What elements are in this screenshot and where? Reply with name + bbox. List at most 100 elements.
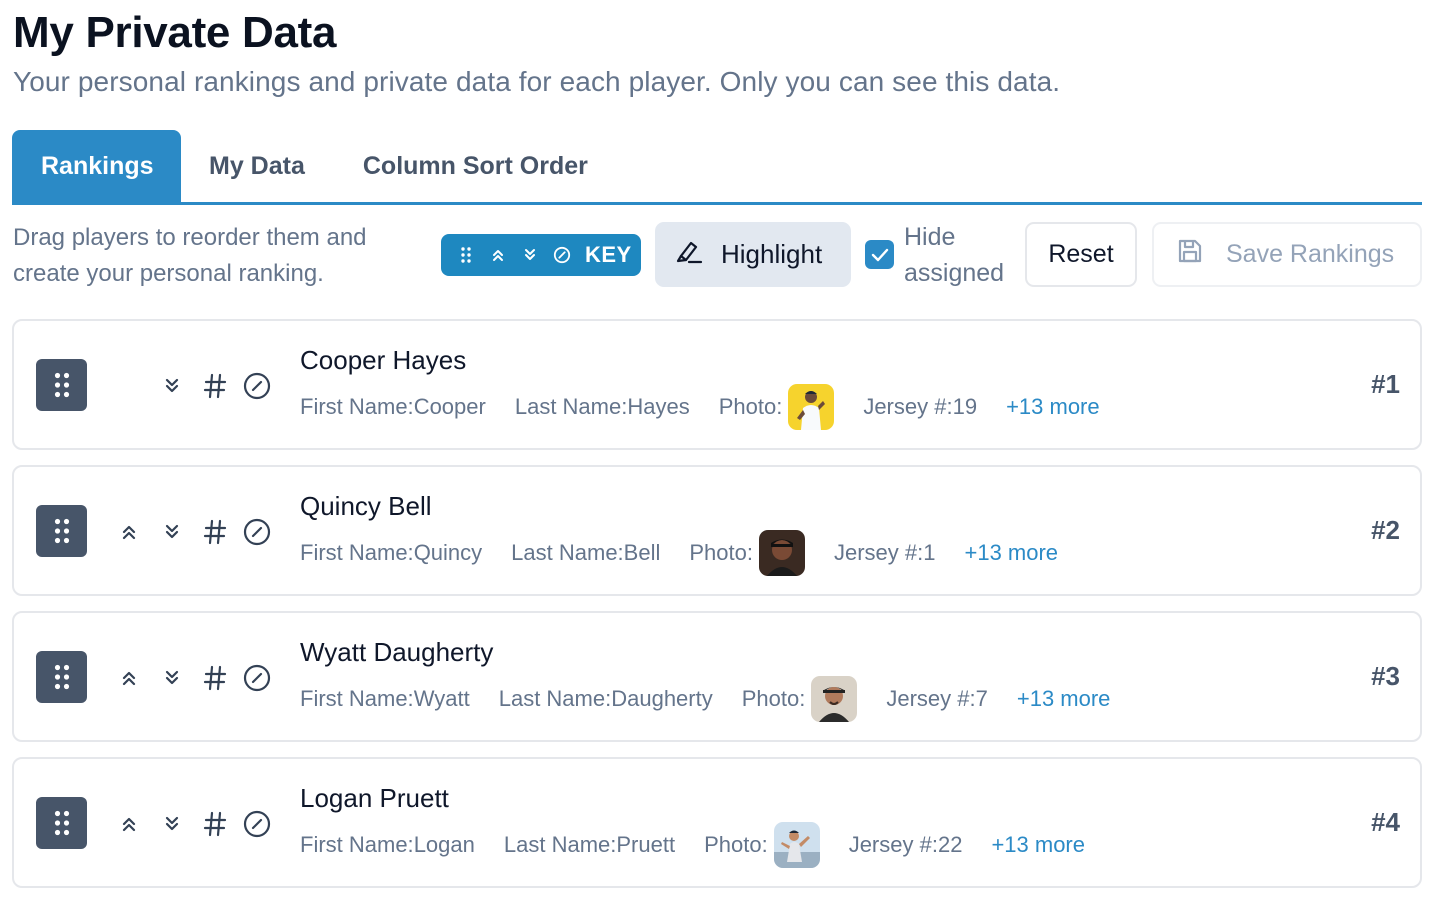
move-to-bottom-button[interactable] (158, 518, 186, 546)
floppy-disk-icon (1176, 237, 1204, 272)
move-to-bottom-button[interactable] (158, 810, 186, 838)
first-name-field: First Name:Cooper (300, 394, 486, 419)
rank-badge: #4 (1371, 807, 1400, 837)
set-rank-number-button[interactable] (201, 810, 229, 838)
tab-bar: Rankings My Data Column Sort Order (12, 130, 1422, 205)
player-meta: First Name:Quincy Last Name:Bell Photo: … (300, 529, 1058, 577)
player-name: Wyatt Daugherty (300, 637, 494, 667)
drag-dots-icon (54, 664, 69, 690)
drag-dots-icon (54, 518, 69, 544)
player-photo-image (811, 676, 858, 722)
more-fields-link[interactable]: +13 more (1006, 394, 1100, 420)
tab-column-sort-order[interactable]: Column Sort Order (334, 130, 617, 202)
last-name-field: Last Name:Hayes (514, 394, 690, 419)
move-to-top-button[interactable] (115, 810, 143, 838)
photo-label: Photo: (704, 832, 768, 857)
ban-icon (243, 664, 271, 692)
set-rank-number-button[interactable] (201, 518, 229, 546)
jersey-field: Jersey #:19 (863, 394, 978, 419)
save-rankings-label: Save Rankings (1226, 240, 1395, 268)
hash-icon (203, 665, 227, 691)
drag-handle[interactable] (36, 797, 87, 849)
set-rank-number-button[interactable] (201, 664, 229, 692)
player-photo-image (788, 384, 835, 430)
player-card[interactable]: Wyatt Daugherty First Name:Wyatt Last Na… (12, 611, 1422, 742)
player-photo[interactable] (758, 530, 805, 576)
player-card[interactable]: Logan Pruett First Name:Logan Last Name:… (12, 757, 1422, 888)
rank-badge: #2 (1371, 515, 1400, 545)
first-name-field: First Name:Wyatt (300, 686, 470, 711)
move-to-bottom-button[interactable] (158, 372, 186, 400)
hash-icon (203, 373, 227, 399)
chevron-double-down-icon (165, 816, 179, 831)
player-photo[interactable] (811, 676, 858, 722)
jersey-field: Jersey #:1 (833, 540, 936, 565)
reset-button[interactable]: Reset (1025, 222, 1137, 287)
chevron-double-up-icon (122, 525, 136, 540)
move-to-bottom-button[interactable] (158, 664, 186, 692)
exclude-player-button[interactable] (243, 518, 271, 546)
drag-handle[interactable] (36, 651, 87, 703)
chevron-double-down-icon (165, 670, 179, 685)
ban-icon (243, 372, 271, 400)
exclude-player-button[interactable] (243, 372, 271, 400)
ranking-instructions: Drag players to reorder them and create … (13, 224, 367, 287)
chevron-double-down-icon (521, 246, 539, 264)
hide-assigned-label: Hide assigned (904, 223, 1005, 287)
key-label: KEY (585, 242, 632, 267)
hide-assigned-checkbox[interactable] (865, 240, 894, 269)
drag-dots-icon (54, 372, 69, 398)
rank-badge: #3 (1371, 661, 1400, 691)
photo-label: Photo: (741, 686, 806, 711)
ban-icon (243, 518, 271, 546)
tab-my-data[interactable]: My Data (181, 130, 334, 202)
chevron-double-up-icon (122, 671, 136, 686)
jersey-field: Jersey #:22 (848, 832, 963, 857)
highlight-button[interactable]: Highlight (655, 222, 851, 287)
player-name: Cooper Hayes (300, 345, 467, 375)
drag-handle[interactable] (36, 359, 87, 411)
first-name-field: First Name:Logan (300, 832, 475, 857)
save-rankings-button[interactable]: Save Rankings (1152, 222, 1422, 287)
more-fields-link[interactable]: +13 more (991, 832, 1085, 858)
player-meta: First Name:Wyatt Last Name:Daugherty Pho… (300, 675, 1110, 723)
page-subtitle: Your personal rankings and private data … (13, 66, 1061, 97)
page-title: My Private Data (13, 8, 337, 57)
photo-label: Photo: (718, 394, 783, 419)
drag-dots-icon (54, 810, 69, 836)
player-name: Logan Pruett (300, 783, 449, 813)
more-fields-link[interactable]: +13 more (964, 540, 1058, 566)
last-name-field: Last Name:Bell (511, 540, 661, 565)
more-fields-link[interactable]: +13 more (1017, 686, 1111, 712)
checkmark-icon (871, 248, 888, 261)
move-to-top-button[interactable] (115, 664, 143, 692)
move-to-top-button[interactable] (115, 518, 143, 546)
jersey-field: Jersey #:7 (886, 686, 988, 711)
key-button[interactable]: KEY (441, 234, 641, 276)
drag-dots-icon (457, 246, 475, 264)
drag-handle[interactable] (36, 505, 87, 557)
ban-icon (553, 246, 571, 264)
player-meta: First Name:Cooper Last Name:Hayes Photo:… (300, 383, 1100, 431)
player-meta: First Name:Logan Last Name:Pruett Photo:… (300, 821, 1085, 869)
exclude-player-button[interactable] (243, 810, 271, 838)
last-name-field: Last Name:Pruett (503, 832, 676, 857)
player-photo[interactable] (773, 822, 820, 868)
chevron-double-up-icon (122, 817, 136, 832)
player-photo-image (773, 822, 820, 868)
rank-badge: #1 (1371, 369, 1400, 399)
player-card[interactable]: Quincy Bell First Name:Quincy Last Name:… (12, 465, 1422, 596)
tab-rankings[interactable]: Rankings (12, 130, 181, 202)
chevron-double-down-icon (165, 378, 179, 393)
set-rank-number-button[interactable] (201, 372, 229, 400)
player-name: Quincy Bell (300, 491, 432, 521)
player-photo-image (758, 530, 805, 576)
last-name-field: Last Name:Daugherty (498, 686, 713, 711)
player-card[interactable]: Cooper Hayes First Name:Cooper Last Name… (12, 319, 1422, 450)
chevron-double-up-icon (489, 246, 507, 264)
hash-icon (203, 519, 227, 545)
player-photo[interactable] (788, 384, 835, 430)
hash-icon (203, 811, 227, 837)
exclude-player-button[interactable] (243, 664, 271, 692)
chevron-double-down-icon (165, 524, 179, 539)
